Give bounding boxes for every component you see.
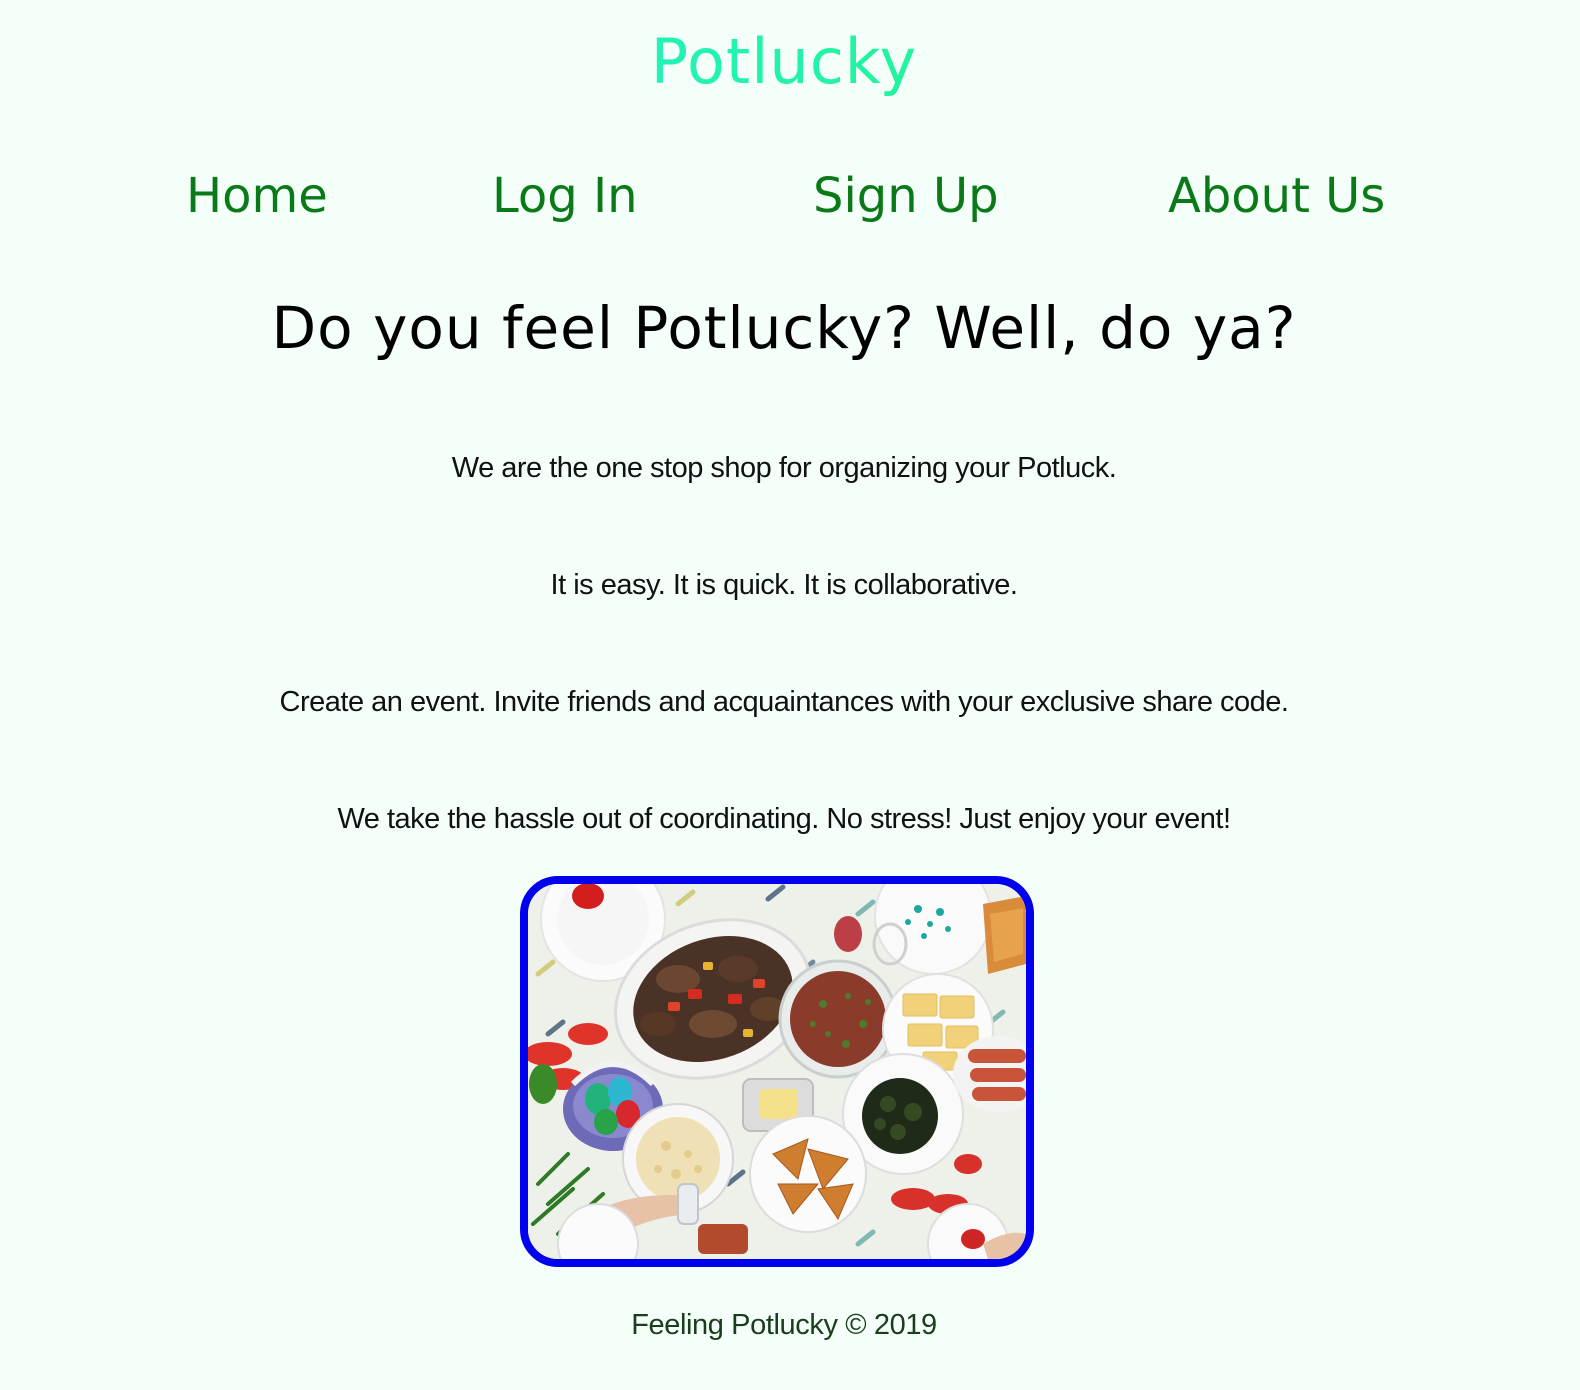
hero-paragraph: We take the hassle out of coordinating. …: [337, 803, 1231, 835]
nav-link-signup[interactable]: Sign Up: [813, 164, 999, 228]
potluck-food-photo: [520, 876, 1034, 1267]
nav-link-login[interactable]: Log In: [492, 164, 638, 228]
footer-copyright: Feeling Potlucky © 2019: [631, 1309, 937, 1341]
nav-link-home[interactable]: Home: [186, 164, 328, 228]
food-spread-illustration: [528, 884, 1026, 1259]
nav-link-about[interactable]: About Us: [1168, 164, 1385, 228]
hero-paragraph: We are the one stop shop for organizing …: [451, 452, 1117, 484]
site-title: Potlucky: [0, 22, 1568, 102]
hero-paragraph: It is easy. It is quick. It is collabora…: [550, 569, 1018, 601]
main-nav: Home Log In Sign Up About Us: [0, 164, 1568, 228]
hero-headline: Do you feel Potlucky? Well, do ya?: [271, 294, 1297, 362]
hero-paragraph: Create an event. Invite friends and acqu…: [279, 686, 1289, 718]
